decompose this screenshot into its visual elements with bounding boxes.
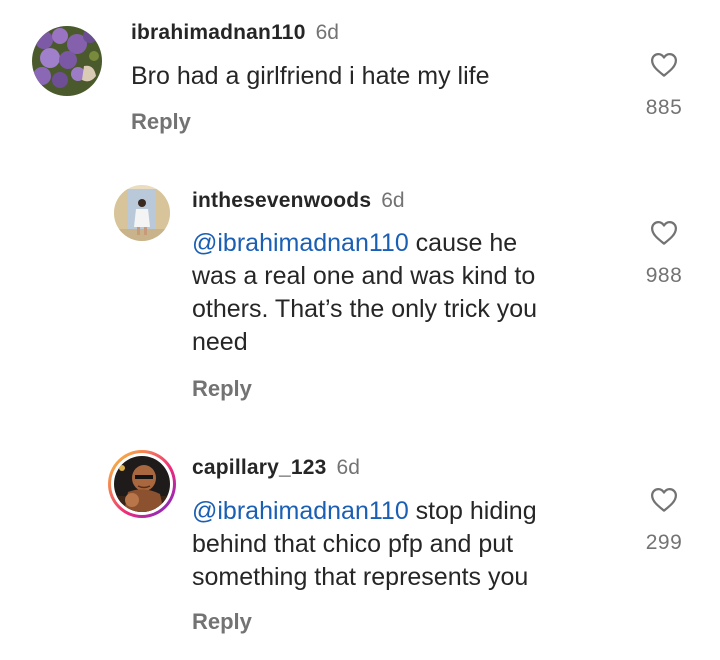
heart-icon[interactable] [648, 50, 680, 80]
comment-meta: inthesevenwoods 6d [192, 188, 405, 214]
comment-text-line: need [192, 328, 248, 356]
comment-item: capillary_123 6d @ibrahimadnan110 stop hi… [0, 445, 720, 660]
reply-button[interactable]: Reply [131, 109, 191, 135]
like-count: 299 [645, 531, 683, 554]
username[interactable]: capillary_123 [192, 456, 327, 479]
like-control: 988 [629, 218, 699, 288]
timestamp: 6d [381, 189, 405, 212]
comment-text: @ibrahimadnan110 cause he was a real one… [192, 227, 612, 359]
mention-link[interactable]: @ibrahimadnan110 [192, 497, 409, 525]
comment-text-line: cause he [408, 229, 518, 257]
like-count: 885 [645, 96, 683, 119]
comment-text-line: stop hiding [408, 497, 537, 525]
comment-text-line: behind that chico pfp and put [192, 530, 514, 558]
timestamp: 6d [336, 456, 360, 479]
comment-meta: capillary_123 6d [192, 455, 360, 481]
like-count: 988 [645, 264, 683, 287]
comment-text-line: something that represents you [192, 563, 529, 591]
heart-icon[interactable] [648, 485, 680, 515]
comment-text: Bro had a girlfriend i hate my life [131, 62, 490, 90]
comment-text-line: others. That’s the only trick you [192, 295, 538, 323]
avatar[interactable] [114, 185, 170, 241]
comment-item: ibrahimadnan110 6d Bro had a girlfriend i… [0, 0, 720, 160]
avatar-image [114, 456, 170, 512]
comment-item: inthesevenwoods 6d @ibrahimadnan110 cause… [0, 180, 720, 420]
avatar[interactable] [32, 26, 102, 96]
comment-text: @ibrahimadnan110 stop hiding behind that… [192, 495, 612, 594]
like-control: 885 [629, 50, 699, 120]
person-in-doorway-avatar-icon [114, 185, 170, 241]
like-control: 299 [629, 485, 699, 555]
bald-fighter-avatar-icon [114, 456, 170, 512]
timestamp: 6d [315, 21, 339, 44]
comment-meta: ibrahimadnan110 6d [131, 20, 339, 46]
mention-link[interactable]: @ibrahimadnan110 [192, 229, 409, 257]
username[interactable]: ibrahimadnan110 [131, 21, 306, 44]
heart-icon[interactable] [648, 218, 680, 248]
lavender-flowers-avatar-icon [32, 26, 102, 96]
avatar-story-ring[interactable] [108, 450, 176, 518]
username[interactable]: inthesevenwoods [192, 189, 371, 212]
reply-button[interactable]: Reply [192, 609, 252, 635]
comment-text-line: was a real one and was kind to [192, 262, 536, 290]
reply-button[interactable]: Reply [192, 376, 252, 402]
